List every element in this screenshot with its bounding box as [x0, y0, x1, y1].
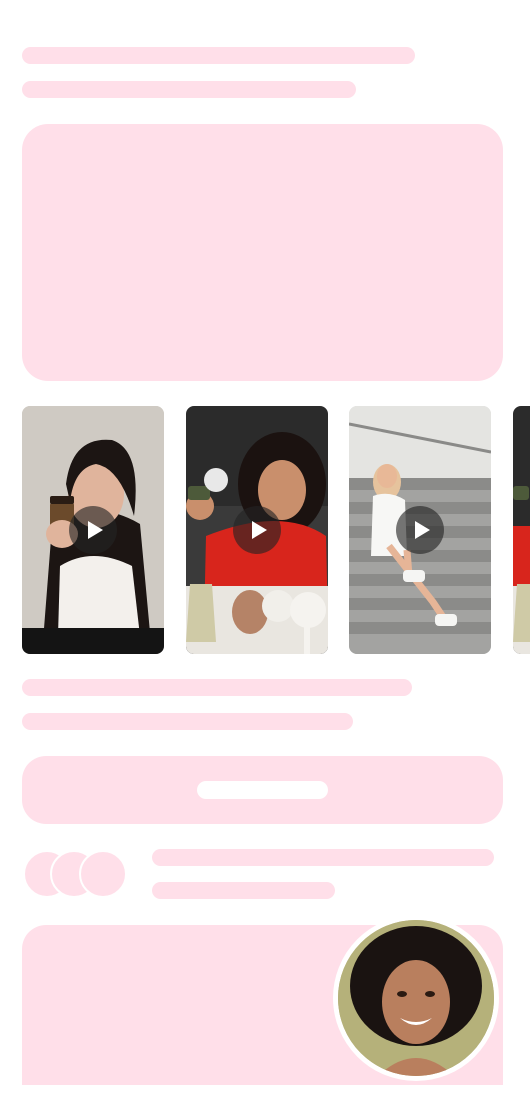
video-card-woman-red-sweater[interactable] — [186, 406, 328, 654]
avatar — [79, 850, 127, 898]
play-icon — [252, 521, 267, 539]
video-card-woman-on-stairs[interactable] — [349, 406, 491, 654]
play-icon — [88, 521, 103, 539]
cta-button-label-skeleton — [197, 781, 328, 799]
video-card-woman-holding-cup[interactable] — [22, 406, 164, 654]
social-proof-line-2-skeleton — [152, 882, 335, 899]
description-line-1-skeleton — [22, 679, 412, 696]
play-button[interactable] — [69, 506, 117, 554]
cta-button[interactable] — [22, 756, 503, 824]
smiling-woman-portrait — [338, 920, 494, 1076]
play-icon — [415, 521, 430, 539]
hero-banner[interactable] — [22, 124, 503, 381]
header-title-skeleton — [22, 47, 415, 64]
video-card-partial[interactable] — [513, 406, 530, 654]
profile-photo — [333, 915, 499, 1081]
play-button[interactable] — [233, 506, 281, 554]
description-line-2-skeleton — [22, 713, 353, 730]
social-proof-line-1-skeleton — [152, 849, 494, 866]
play-button[interactable] — [396, 506, 444, 554]
video-thumbnail — [513, 406, 530, 654]
header-subtitle-skeleton — [22, 81, 356, 98]
video-carousel[interactable] — [0, 406, 530, 656]
